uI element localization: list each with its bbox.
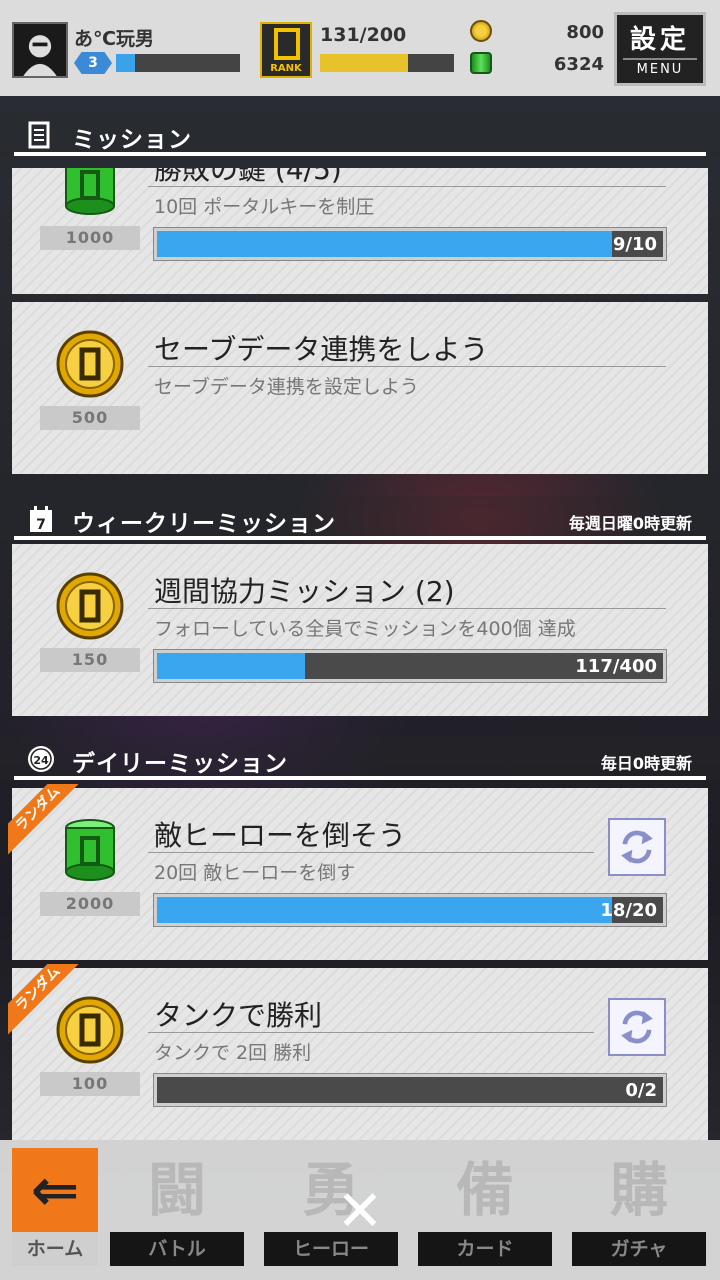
level-badge: 3 (74, 52, 112, 74)
reward-amount: 500 (40, 406, 140, 430)
mission-title: セーブデータ連携をしよう (154, 333, 489, 366)
calendar-icon: 7 (30, 506, 52, 533)
progress-fill (157, 653, 305, 679)
mission-card[interactable]: 150 週間協力ミッション (2) フォローしている全員でミッションを400個 … (12, 544, 708, 716)
mission-title: タンクで勝利 (154, 999, 323, 1032)
nav-gacha-button[interactable]: 購 ガチャ (566, 1148, 712, 1272)
mission-description: タンクで 2回 勝利 (154, 1042, 312, 1064)
weekly-section-header: 7 ウィークリーミッション 毎週日曜0時更新 (0, 496, 720, 540)
menu-label: MENU (623, 58, 697, 77)
card-icon: 備 (455, 1156, 514, 1224)
player-name: あ℃玩男 (74, 28, 155, 50)
progress-bar: 0/2 (153, 1073, 667, 1107)
daily-section-title: デイリーミッション (72, 751, 288, 777)
progress-bar: 9/10 (153, 227, 667, 261)
daily-section-header: 24 デイリーミッション 毎日0時更新 (0, 736, 720, 780)
refresh-icon (621, 1010, 653, 1044)
home-return-icon: ⇐ (12, 1148, 98, 1232)
progress-text: 18/20 (600, 900, 657, 921)
section-divider (14, 536, 706, 540)
mission-description: セーブデータ連携を設定しよう (154, 376, 419, 398)
document-icon (28, 121, 50, 149)
reward-amount: 150 (40, 648, 140, 672)
green-can-icon (470, 52, 492, 74)
gold-coin-icon (56, 572, 124, 640)
progress-bar: 18/20 (153, 893, 667, 927)
refresh-mission-button[interactable] (608, 998, 666, 1056)
top-status-bar: あ℃玩男 3 RANK 131/200 800 6324 設定 MENU (0, 0, 720, 96)
mission-description: 10回 ポータルキーを制圧 (154, 196, 375, 218)
green-can-icon (56, 168, 124, 218)
green-can-icon (56, 816, 124, 884)
nav-label: カード (418, 1232, 552, 1266)
rank-progress-text: 131/200 (320, 24, 407, 46)
progress-fill (157, 231, 613, 257)
mission-title: 週間協力ミッション (2) (154, 575, 455, 608)
settings-menu-button[interactable]: 設定 MENU (614, 12, 706, 86)
refresh-icon (621, 830, 653, 864)
section-divider (14, 152, 706, 156)
progress-bar: 117/400 (153, 649, 667, 683)
green-currency-amount: 6324 (553, 54, 604, 75)
mission-card[interactable]: ランダム 100 タンクで勝利 タンクで 2回 勝利 0/2 (8, 964, 708, 1140)
clock-24-icon: 24 (28, 746, 54, 772)
mission-section-header: ミッション (0, 112, 720, 156)
rank-bar (320, 54, 454, 72)
weekly-section-title: ウィークリーミッション (72, 511, 336, 537)
mission-section-title: ミッション (72, 127, 192, 153)
gold-coin-icon (470, 20, 492, 42)
rank-icon: RANK (260, 22, 312, 78)
mission-title: 敵ヒーローを倒そう (154, 819, 407, 852)
gold-coin-icon (56, 996, 124, 1064)
reward-amount: 2000 (40, 892, 140, 916)
mission-title: 勝敗の鍵 (4/5) (154, 168, 342, 186)
exp-bar-fill (116, 54, 135, 72)
section-divider (14, 776, 706, 780)
progress-text: 117/400 (575, 656, 657, 677)
weekly-refresh-note: 毎週日曜0時更新 (568, 514, 692, 533)
mission-card[interactable]: 500 セーブデータ連携をしよう セーブデータ連携を設定しよう (12, 302, 708, 474)
settings-label: 設定 (629, 25, 690, 55)
mission-card[interactable]: 1000 勝敗の鍵 (4/5) 10回 ポータルキーを制圧 9/10 (12, 168, 708, 294)
refresh-mission-button[interactable] (608, 818, 666, 876)
nav-battle-button[interactable]: 闘 バトル (104, 1148, 250, 1272)
svg-text:7: 7 (36, 517, 46, 533)
daily-refresh-note: 毎日0時更新 (600, 754, 692, 773)
exp-bar (116, 54, 240, 72)
reward-amount: 1000 (40, 226, 140, 250)
gold-coin-icon (56, 330, 124, 398)
close-button[interactable]: ✕ (330, 1182, 390, 1242)
gacha-icon: 購 (609, 1156, 668, 1224)
nav-label: バトル (110, 1232, 244, 1266)
progress-text: 9/10 (612, 234, 657, 255)
mission-description: 20回 敵ヒーローを倒す (154, 862, 356, 884)
rank-bar-fill (320, 54, 408, 72)
avatar-icon (14, 24, 66, 76)
nav-label: ホーム (12, 1232, 98, 1266)
player-avatar[interactable] (12, 22, 68, 78)
nav-label: ガチャ (572, 1232, 706, 1266)
gold-amount: 800 (566, 22, 604, 43)
battle-icon: 闘 (147, 1156, 206, 1224)
nav-card-button[interactable]: 備 カード (412, 1148, 558, 1272)
reward-amount: 100 (40, 1072, 140, 1096)
mission-card[interactable]: ランダム 2000 敵ヒーローを倒そう 20回 敵ヒーローを倒す 18/20 (8, 784, 708, 960)
progress-fill (157, 897, 613, 923)
svg-text:24: 24 (33, 754, 49, 767)
mission-description: フォローしている全員でミッションを400個 達成 (154, 618, 576, 640)
progress-text: 0/2 (625, 1080, 657, 1101)
